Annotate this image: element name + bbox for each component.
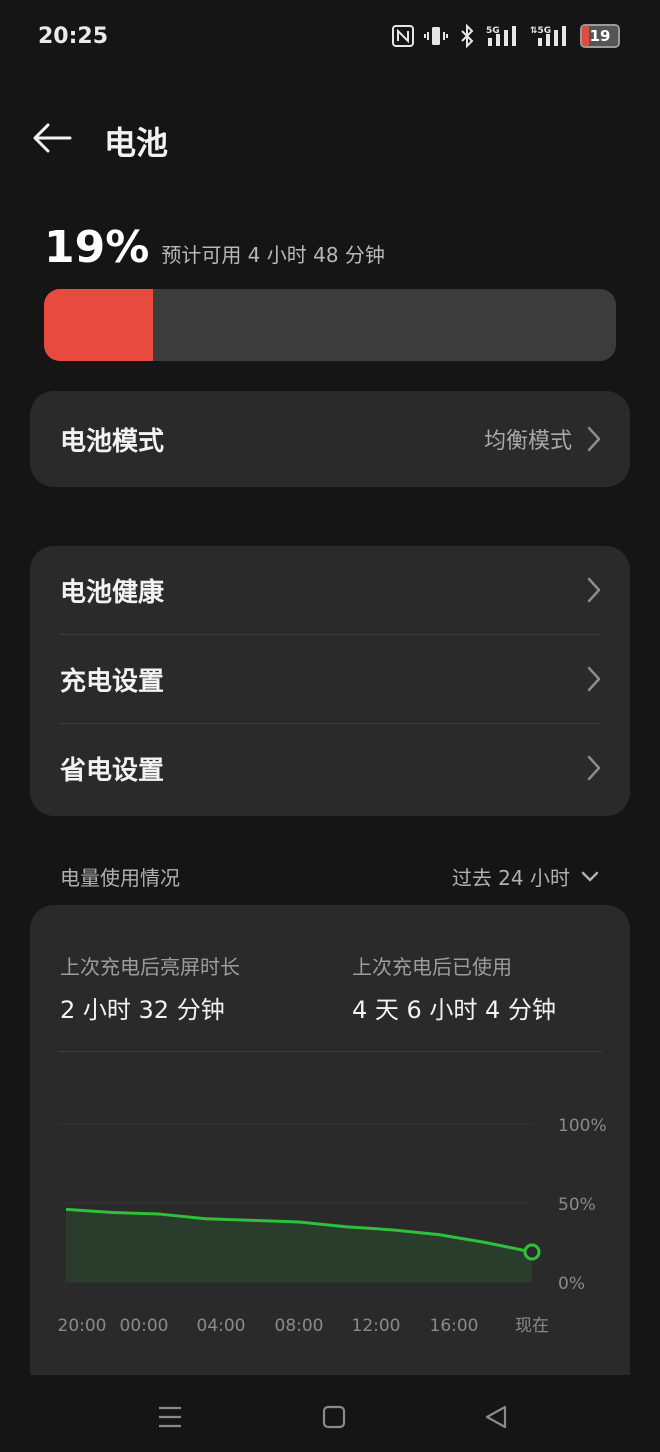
status-bar: 20:25 5G ⇅5G 19 [0, 0, 660, 80]
menu-button[interactable] [150, 1397, 190, 1437]
settings-item-power-saving[interactable]: 省电设置 [30, 724, 630, 812]
current-point [523, 1243, 541, 1261]
battery-status-text: 19 [589, 27, 611, 45]
status-time: 20:25 [38, 24, 109, 49]
battery-usage-chart: 100% 50% 0% 20:00 00:00 04:00 08:00 12:00 16:00 现… [58, 1116, 607, 1336]
x-tick-label: 12:00 [352, 1316, 401, 1336]
chevron-down-icon [581, 871, 599, 881]
back-triangle-icon [485, 1405, 507, 1429]
x-tick-label: 04:00 [197, 1316, 246, 1336]
settings-item-label: 充电设置 [60, 666, 165, 697]
settings-item-charging[interactable]: 充电设置 [30, 635, 630, 723]
header: 电池 [0, 104, 660, 174]
x-tick-label: 08:00 [275, 1316, 324, 1336]
battery-percent: 19% [44, 222, 150, 273]
usage-title: 电量使用情况 [60, 866, 180, 890]
chevron-right-icon [587, 755, 601, 781]
x-tick-label: 16:00 [430, 1316, 479, 1336]
series-area [66, 1209, 532, 1282]
settings-item-label: 省电设置 [60, 755, 165, 786]
battery-level-bar [44, 289, 616, 361]
back-nav-button[interactable] [476, 1397, 516, 1437]
status-icons: 5G ⇅5G 19 [392, 24, 620, 48]
arrow-left-icon [33, 123, 72, 153]
chevron-right-icon [587, 426, 601, 452]
battery-mode-row[interactable]: 电池模式 均衡模式 [30, 391, 630, 487]
y-tick-label: 0% [558, 1274, 585, 1294]
menu-icon [159, 1406, 181, 1428]
settings-item-label: 电池健康 [60, 577, 165, 608]
chevron-right-icon [587, 666, 601, 692]
x-tick-label: 20:00 [58, 1316, 107, 1336]
battery-status-icon: 19 [580, 24, 620, 48]
battery-mode-card: 电池模式 均衡模式 [30, 391, 630, 487]
chevron-right-icon [587, 577, 601, 603]
x-tick-label: 00:00 [120, 1316, 169, 1336]
settings-item-battery-health[interactable]: 电池健康 [30, 546, 630, 634]
home-icon [322, 1405, 346, 1429]
usage-card: 上次充电后亮屏时长 2 小时 32 分钟 上次充电后已使用 4 天 6 小时 4… [30, 905, 630, 1375]
usage-range-label: 过去 24 小时 [451, 866, 570, 890]
vibrate-icon [424, 27, 448, 45]
home-button[interactable] [314, 1397, 354, 1437]
battery-settings-card: 电池健康 充电设置 省电设置 [30, 546, 630, 816]
bluetooth-icon [461, 24, 474, 48]
y-tick-label: 50% [558, 1195, 596, 1215]
usage-header: 电量使用情况 过去 24 小时 [60, 862, 600, 892]
y-tick-label: 100% [558, 1116, 607, 1136]
battery-estimate: 预计可用 4 小时 48 分钟 [161, 243, 385, 267]
back-button[interactable] [28, 114, 76, 162]
page-title: 电池 [104, 124, 169, 162]
signal-5g-icon: 5G [486, 26, 516, 46]
usage-range-dropdown[interactable]: 过去 24 小时 [452, 862, 600, 891]
battery-mode-value: 均衡模式 [483, 429, 572, 454]
battery-level-fill [44, 289, 153, 361]
nfc-icon [392, 25, 414, 47]
signal-5g-icon: ⇅5G [530, 26, 566, 46]
navigation-bar [0, 1375, 660, 1452]
battery-summary: 19% 预计可用 4 小时 48 分钟 [44, 222, 385, 273]
battery-mode-label: 电池模式 [60, 426, 165, 457]
x-tick-label: 现在 [515, 1316, 549, 1336]
